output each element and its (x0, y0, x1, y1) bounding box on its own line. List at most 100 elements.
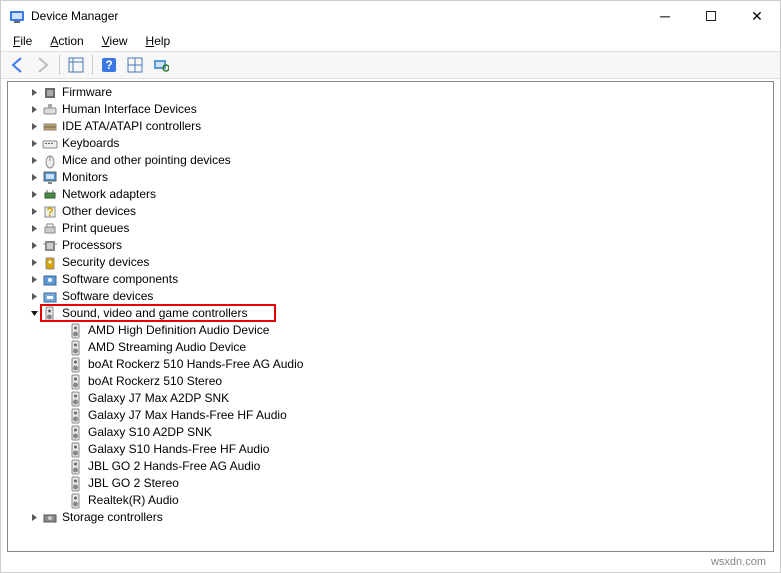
speaker-icon (68, 357, 84, 373)
device-item[interactable]: JBL GO 2 Stereo (8, 475, 773, 492)
app-icon (9, 8, 25, 24)
device-label: JBL GO 2 Stereo (88, 475, 179, 492)
category-keyboards[interactable]: Keyboards (8, 135, 773, 152)
network-icon (42, 187, 58, 203)
hid-icon (42, 102, 58, 118)
menu-action[interactable]: Action (42, 32, 91, 50)
expander-icon[interactable] (28, 155, 40, 167)
category-label: Firmware (62, 84, 112, 101)
category-other[interactable]: Other devices (8, 203, 773, 220)
category-label: Security devices (62, 254, 149, 271)
speaker-icon (68, 493, 84, 509)
category-network[interactable]: Network adapters (8, 186, 773, 203)
expander-icon[interactable] (28, 121, 40, 133)
device-label: Galaxy J7 Max A2DP SNK (88, 390, 229, 407)
expander-icon[interactable] (28, 104, 40, 116)
nav-forward-button[interactable] (31, 53, 55, 77)
category-printq[interactable]: Print queues (8, 220, 773, 237)
menu-view[interactable]: View (94, 32, 136, 50)
menu-file[interactable]: File (5, 32, 40, 50)
speaker-icon (68, 391, 84, 407)
scan-hardware-button[interactable] (149, 53, 173, 77)
expander-icon[interactable] (28, 138, 40, 150)
category-label: Other devices (62, 203, 136, 220)
expander-icon[interactable] (28, 291, 40, 303)
expander-icon[interactable] (28, 240, 40, 252)
category-firmware[interactable]: Firmware (8, 84, 773, 101)
menubar: File Action View Help (1, 31, 780, 51)
category-storage[interactable]: Storage controllers (8, 509, 773, 526)
speaker-icon (68, 374, 84, 390)
expander-icon[interactable] (28, 206, 40, 218)
device-label: Realtek(R) Audio (88, 492, 179, 509)
category-label: Monitors (62, 169, 108, 186)
security-icon (42, 255, 58, 271)
device-item[interactable]: Galaxy J7 Max A2DP SNK (8, 390, 773, 407)
chip-icon (42, 85, 58, 101)
minimize-button[interactable]: ─ (642, 1, 688, 31)
device-label: boAt Rockerz 510 Hands-Free AG Audio (88, 356, 303, 373)
device-label: AMD High Definition Audio Device (88, 322, 269, 339)
expander-icon[interactable] (28, 172, 40, 184)
speaker-icon (68, 323, 84, 339)
device-tree-pane[interactable]: FirmwareHuman Interface DevicesIDE ATA/A… (7, 81, 774, 552)
device-label: boAt Rockerz 510 Stereo (88, 373, 222, 390)
nav-back-button[interactable] (5, 53, 29, 77)
category-label: Mice and other pointing devices (62, 152, 231, 169)
swcomp-icon (42, 272, 58, 288)
speaker-icon (68, 408, 84, 424)
category-mice[interactable]: Mice and other pointing devices (8, 152, 773, 169)
category-label: Network adapters (62, 186, 156, 203)
device-label: Galaxy S10 A2DP SNK (88, 424, 212, 441)
expander-icon[interactable] (28, 87, 40, 99)
category-label: Storage controllers (62, 509, 163, 526)
device-item[interactable]: JBL GO 2 Hands-Free AG Audio (8, 458, 773, 475)
titlebar: Device Manager ─ ✕ (1, 1, 780, 31)
keyboard-icon (42, 136, 58, 152)
category-swcomp[interactable]: Software components (8, 271, 773, 288)
category-label: Software devices (62, 288, 153, 305)
speaker-icon (68, 425, 84, 441)
device-item[interactable]: AMD Streaming Audio Device (8, 339, 773, 356)
help-button[interactable] (97, 53, 121, 77)
category-label: Software components (62, 271, 178, 288)
category-swdev[interactable]: Software devices (8, 288, 773, 305)
category-ide[interactable]: IDE ATA/ATAPI controllers (8, 118, 773, 135)
watermark: wsxdn.com (711, 556, 766, 568)
printer-icon (42, 221, 58, 237)
category-label: Human Interface Devices (62, 101, 197, 118)
mouse-icon (42, 153, 58, 169)
toolbar (1, 51, 780, 79)
close-button[interactable]: ✕ (734, 1, 780, 31)
storage-icon (42, 510, 58, 526)
device-item[interactable]: Galaxy S10 A2DP SNK (8, 424, 773, 441)
category-label: Print queues (62, 220, 129, 237)
expander-icon[interactable] (28, 223, 40, 235)
device-item[interactable]: Galaxy J7 Max Hands-Free HF Audio (8, 407, 773, 424)
expander-icon[interactable] (28, 257, 40, 269)
device-item[interactable]: Realtek(R) Audio (8, 492, 773, 509)
maximize-button[interactable] (688, 1, 734, 31)
device-item[interactable]: boAt Rockerz 510 Hands-Free AG Audio (8, 356, 773, 373)
show-hide-tree-button[interactable] (64, 53, 88, 77)
device-item[interactable]: boAt Rockerz 510 Stereo (8, 373, 773, 390)
category-monitors[interactable]: Monitors (8, 169, 773, 186)
category-sound[interactable]: Sound, video and game controllers (8, 305, 773, 322)
device-item[interactable]: AMD High Definition Audio Device (8, 322, 773, 339)
expander-icon[interactable] (28, 274, 40, 286)
category-label: IDE ATA/ATAPI controllers (62, 118, 201, 135)
expander-icon[interactable] (28, 308, 40, 320)
expander-icon[interactable] (28, 189, 40, 201)
expander-icon[interactable] (28, 512, 40, 524)
category-label: Keyboards (62, 135, 119, 152)
properties-button[interactable] (123, 53, 147, 77)
device-item[interactable]: Galaxy S10 Hands-Free HF Audio (8, 441, 773, 458)
speaker-icon (68, 459, 84, 475)
cpu-icon (42, 238, 58, 254)
menu-help[interactable]: Help (138, 32, 179, 50)
window-title: Device Manager (31, 9, 642, 23)
category-security[interactable]: Security devices (8, 254, 773, 271)
category-processors[interactable]: Processors (8, 237, 773, 254)
device-label: JBL GO 2 Hands-Free AG Audio (88, 458, 260, 475)
category-hid[interactable]: Human Interface Devices (8, 101, 773, 118)
